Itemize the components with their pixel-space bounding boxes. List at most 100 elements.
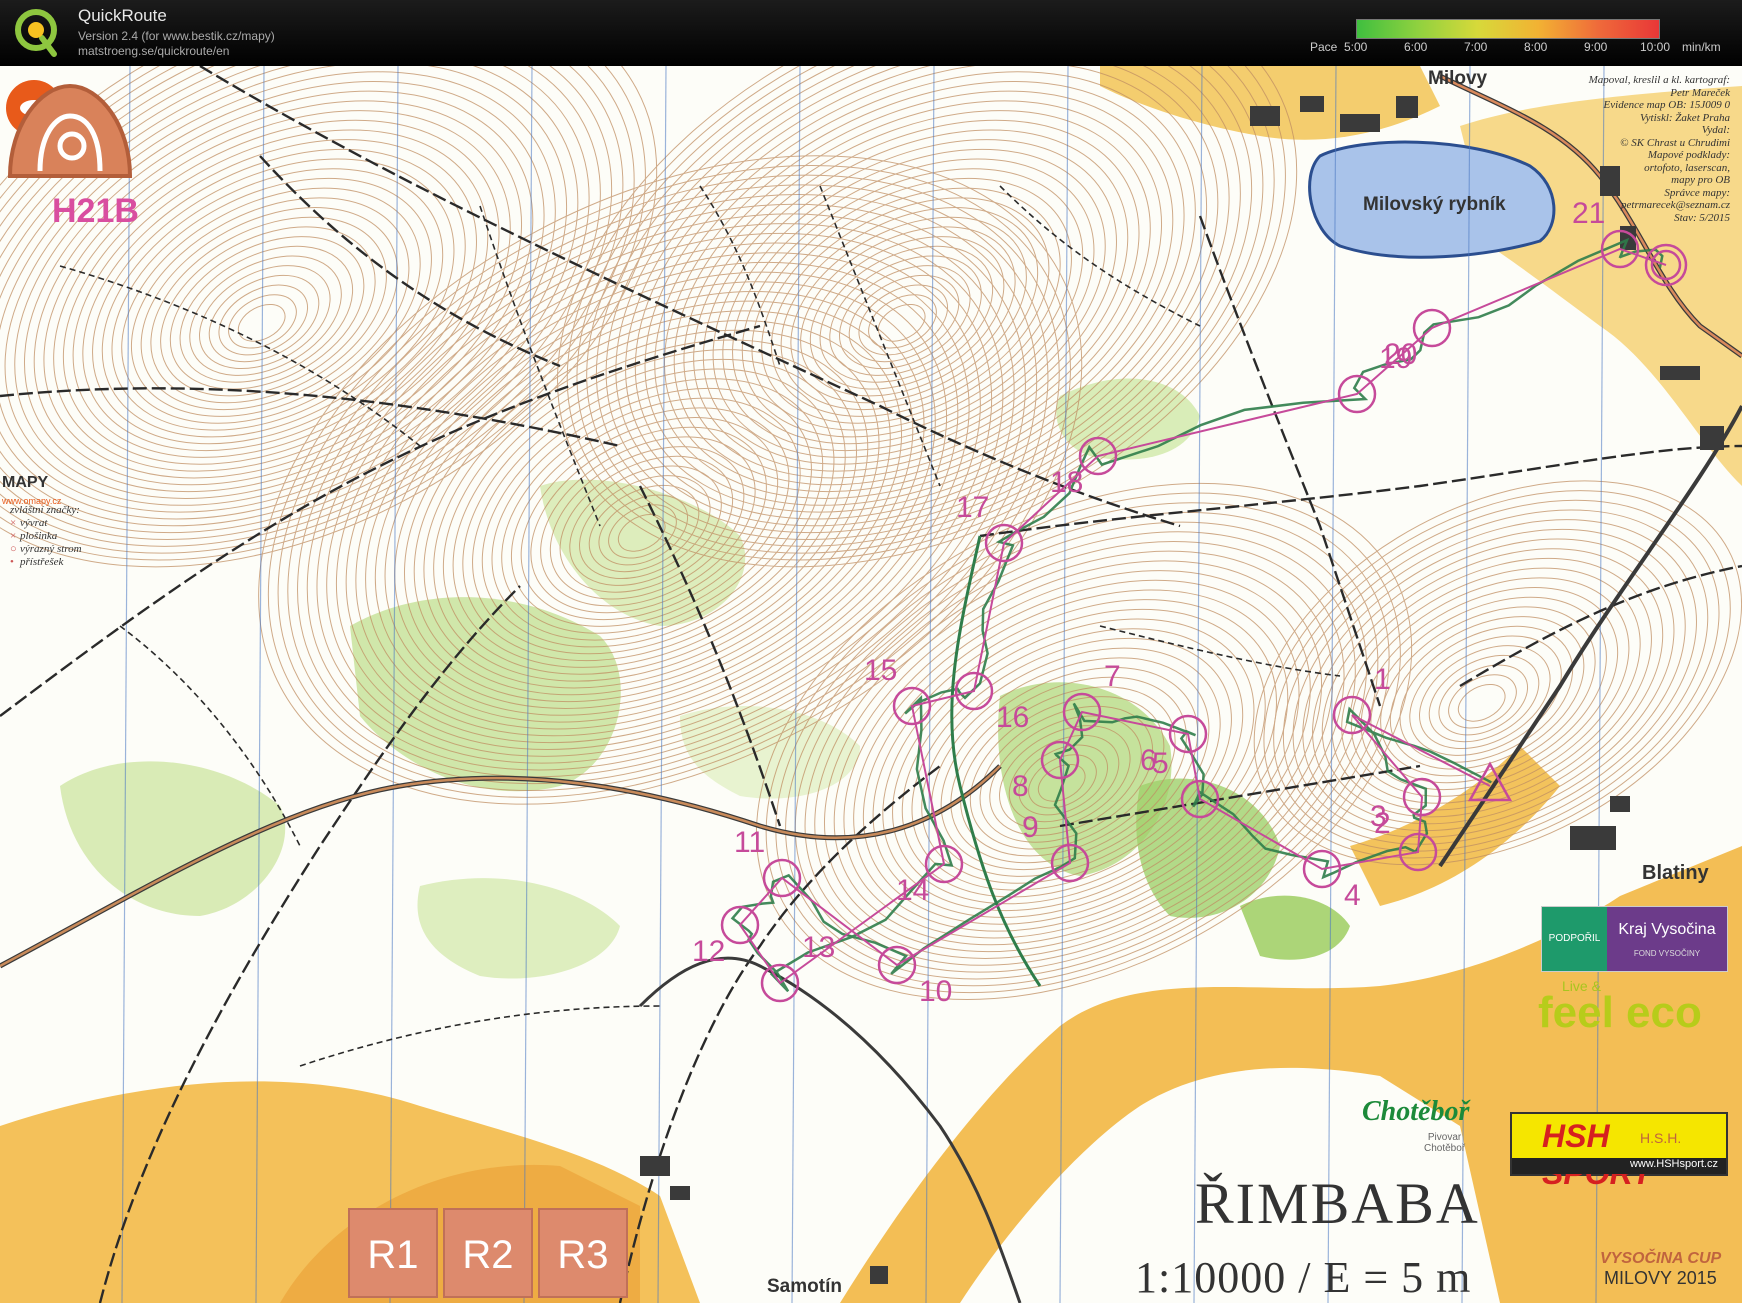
control-number: 18 xyxy=(1050,466,1084,499)
contour-line xyxy=(1448,674,1517,729)
control-number: 12 xyxy=(692,935,726,968)
place-name-milovy: Milovy xyxy=(1428,68,1488,89)
vysocina-cup-logo-icon xyxy=(7,83,133,178)
legend-item: × plošinka xyxy=(10,530,100,543)
credit-line: Petr Mareček xyxy=(1670,86,1730,99)
legend-mark: × xyxy=(10,530,17,542)
control-number: 13 xyxy=(802,931,836,964)
credit-line: © SK Chrast u Chrudimi xyxy=(1620,136,1730,149)
sponsor-kraj-vysocina: PODPOŘIL Kraj Vysočina FOND VYSOČINY xyxy=(1541,906,1728,972)
contour-line xyxy=(160,226,376,397)
control-number: 9 xyxy=(1022,811,1039,844)
map-name: ŘIMBABA xyxy=(1195,1171,1480,1236)
contour-line xyxy=(130,197,410,417)
quickroute-logo-icon xyxy=(15,9,57,57)
sponsor-chotebor-sub-line: Chotěboř xyxy=(1424,1143,1466,1154)
omapy-name: MAPY xyxy=(2,474,49,491)
contour-line xyxy=(208,274,320,363)
legend-mark: • xyxy=(10,556,14,568)
route-r3-button[interactable]: R3 xyxy=(538,1208,628,1298)
pace-tick: 8:00 xyxy=(1524,40,1548,54)
contour-line xyxy=(877,303,926,342)
legend-items: × vývrat × plošinka ○ výrazný strom • přístřeše… xyxy=(10,517,100,569)
pace-tick: 5:00 xyxy=(1344,40,1368,54)
control-number: 21 xyxy=(1572,197,1606,230)
pace-color-scale xyxy=(1356,19,1660,39)
contour-line xyxy=(693,119,1140,472)
sponsor-podporil: PODPOŘIL xyxy=(1542,907,1607,971)
credit-line: Vytiskl: Žaket Praha xyxy=(1639,111,1730,124)
credit-line: ortofoto, laserscan, xyxy=(1644,161,1730,174)
control-number: 20 xyxy=(1384,338,1418,371)
header-bar: QuickRoute Version 2.4 (for www.bestik.c… xyxy=(0,0,1742,66)
place-name-lake: Milovský rybník xyxy=(1363,194,1506,215)
contour-line xyxy=(1428,654,1540,743)
credit-line: Mapoval, kreslil a kl. kartograf: xyxy=(1588,74,1730,86)
credit-line: Evidence map OB: 15J009 0 xyxy=(1603,99,1730,111)
contour-line xyxy=(809,236,1005,390)
app-version: Version 2.4 (for www.bestik.cz/mapy) xyxy=(78,29,275,43)
contour-line xyxy=(790,216,1027,404)
sponsor-kraj: Kraj Vysočina xyxy=(1607,907,1727,971)
sponsor-hsh-text: HSH SPORT xyxy=(1542,1118,1652,1191)
quickroute-window: QuickRoute Version 2.4 (for www.bestik.c… xyxy=(0,0,1742,1303)
control-number: 1 xyxy=(1374,663,1391,696)
control-number: 3 xyxy=(1370,800,1387,833)
pace-tick: 6:00 xyxy=(1404,40,1428,54)
pace-unit: min/km xyxy=(1682,40,1721,54)
omapy-url: www.omapy.cz xyxy=(2,496,62,506)
contour-line xyxy=(829,255,982,376)
credit-line: mapy pro OB xyxy=(1671,174,1730,186)
contour-line xyxy=(189,255,342,376)
cup-hsh-label: H.S.H. xyxy=(1640,1130,1682,1146)
legend-mark: ○ xyxy=(10,543,17,555)
place-name-blatiny: Blatiny xyxy=(1642,862,1709,884)
control-number: 11 xyxy=(734,826,766,859)
credit-line: petrmarecek@seznam.cz xyxy=(1621,199,1730,211)
pace-tick: 7:00 xyxy=(1464,40,1488,54)
map-scale: 1:10000 / E = 5 m xyxy=(1135,1253,1472,1302)
legend-mark: × xyxy=(10,517,17,529)
sponsor-chotebor-sub: Pivovar Chotěboř xyxy=(1424,1132,1465,1154)
legend-label: výrazný strom xyxy=(20,543,82,555)
app-title: QuickRoute xyxy=(78,6,167,25)
place-name-samotin: Samotín xyxy=(767,1276,842,1297)
contour-line xyxy=(702,129,1129,465)
sponsor-chotebor: Chotěboř xyxy=(1362,1096,1470,1127)
sponsor-feel-eco: feel eco xyxy=(1538,988,1702,1037)
credit-line: Stav: 5/2015 xyxy=(1674,211,1730,224)
sponsor-hsh-sport: HSH SPORT www.HSHsport.cz xyxy=(1510,1112,1728,1191)
sponsor-hsh-url: www.HSHsport.cz xyxy=(1512,1158,1726,1174)
control-number: 8 xyxy=(1012,770,1029,803)
sponsor-kraj-sub: FOND VYSOČINY xyxy=(1633,949,1701,958)
legend-label: přístřešek xyxy=(20,556,64,568)
orienteering-map[interactable]: E1 H21B Milovy Milovský rybník Blatiny S… xyxy=(0,66,1742,1303)
credit-line: Mapové podklady: xyxy=(1647,149,1730,161)
app-url: matstroeng.se/quickroute/en xyxy=(78,44,230,58)
control-number: 7 xyxy=(1104,660,1121,693)
credit-line: Správce mapy: xyxy=(1664,186,1730,199)
control-number: 16 xyxy=(996,701,1030,734)
route-r2-button[interactable]: R2 xyxy=(443,1208,533,1298)
pace-tick: 10:00 xyxy=(1640,40,1671,54)
route-r1-button[interactable]: R1 xyxy=(348,1208,438,1298)
special-symbols-legend: zvláštní značky: × vývrat × plošinka ○ výrazn… xyxy=(10,504,100,569)
map-credits: Mapoval, kreslil a kl. kartograf: Petr Ma… xyxy=(1508,74,1730,224)
legend-item: • přístřešek xyxy=(10,556,100,569)
control-number: 4 xyxy=(1344,879,1361,912)
credit-line: Vydal: xyxy=(1701,124,1730,136)
legend-label: plošinka xyxy=(20,530,58,542)
sponsor-chotebor-sub-line: Pivovar xyxy=(1427,1132,1462,1143)
legend-item: ○ výrazný strom xyxy=(10,543,100,556)
pace-label: Pace xyxy=(1310,40,1338,54)
control-number: 14 xyxy=(896,874,930,907)
cup-name: VYSOČINA CUP xyxy=(1600,1250,1722,1267)
control-number: 17 xyxy=(956,491,990,524)
control-number: 6 xyxy=(1140,744,1157,777)
control-number: 15 xyxy=(864,654,898,687)
pace-tick: 9:00 xyxy=(1584,40,1608,54)
control-number: 10 xyxy=(919,975,953,1008)
legend-item: × vývrat xyxy=(10,517,100,530)
cup-year: MILOVY 2015 xyxy=(1604,1268,1717,1288)
legend-label: vývrat xyxy=(20,517,48,529)
